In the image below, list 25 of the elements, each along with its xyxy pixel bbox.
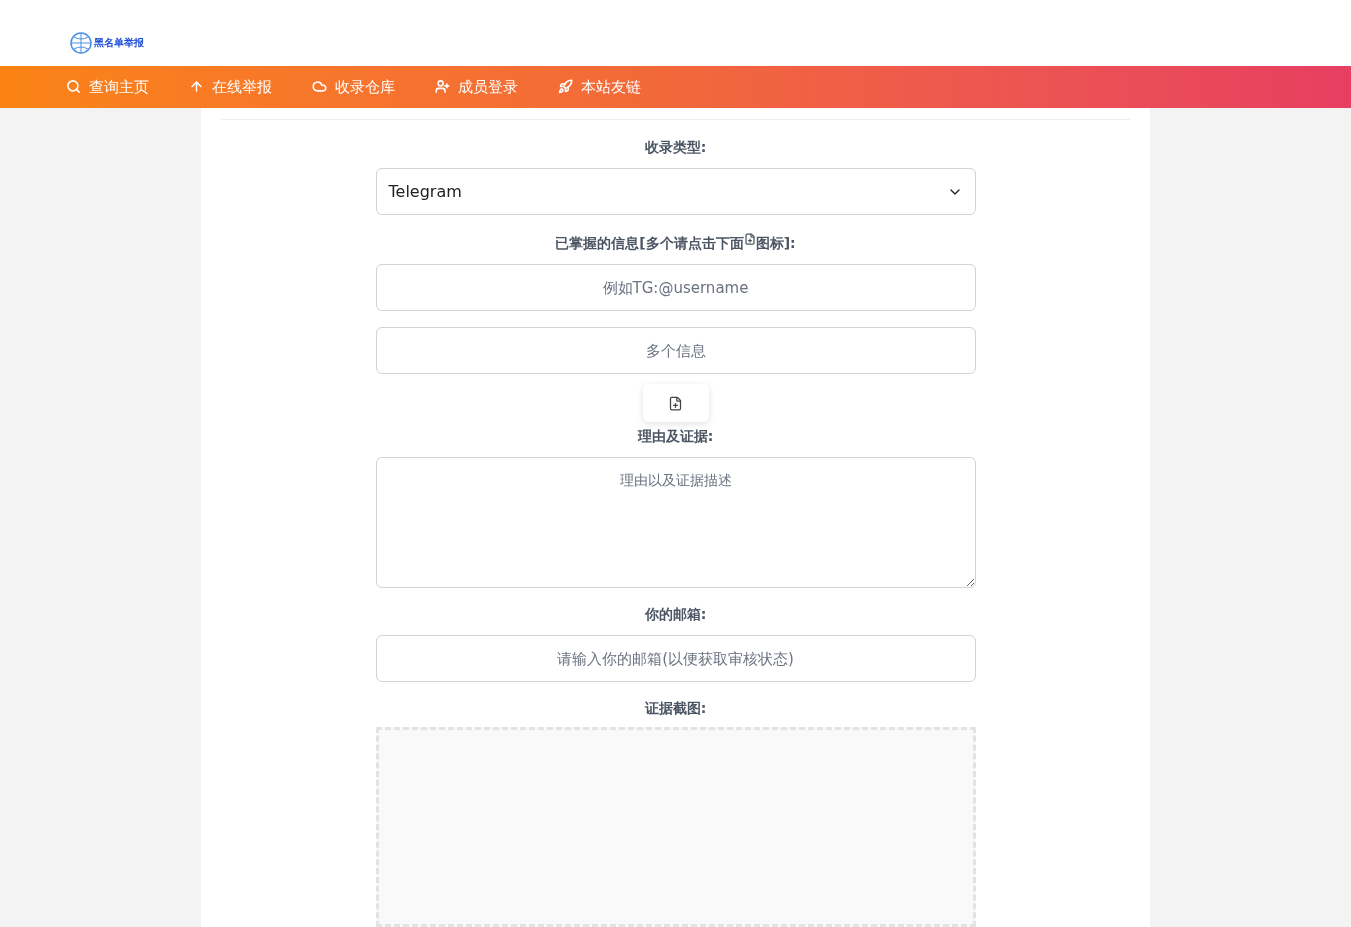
field-label: 你的邮箱:: [644, 605, 707, 624]
nav-link[interactable]: 查询主页: [66, 75, 149, 99]
globe-icon: [70, 31, 92, 54]
nav-link[interactable]: 在线举报: [189, 75, 272, 99]
nav-link[interactable]: 成员登录: [435, 75, 518, 99]
field-label: 已掌握的信息[多个请点击下面 图标]:: [555, 233, 796, 253]
nav-link[interactable]: 本站友链: [558, 75, 641, 99]
file-plus-icon: [743, 233, 756, 245]
email-input[interactable]: 请输入你的邮箱(以便获取审核状态): [375, 635, 976, 682]
rocket-icon: [558, 79, 573, 95]
add-field-button[interactable]: [642, 384, 709, 422]
file-plus-icon: [668, 395, 683, 411]
nav-link[interactable]: 收录仓库: [312, 75, 395, 99]
user-plus-icon: [435, 79, 450, 95]
logo-text: 黑名单举报: [94, 37, 144, 48]
reason-textarea[interactable]: 理由以及证据描述: [375, 457, 976, 588]
cloud-icon: [312, 79, 327, 95]
field-label: 理由及证据:: [637, 427, 714, 446]
field-label: 证据截图:: [644, 699, 707, 718]
field-label: 收录类型:: [644, 138, 707, 157]
info-input[interactable]: 例如TG:@username: [375, 264, 976, 311]
multi-info-input[interactable]: 多个信息: [375, 327, 976, 374]
logo[interactable]: 黑名单举报: [70, 30, 144, 55]
search-icon: [66, 79, 81, 95]
type-select[interactable]: Telegram: [375, 168, 976, 215]
